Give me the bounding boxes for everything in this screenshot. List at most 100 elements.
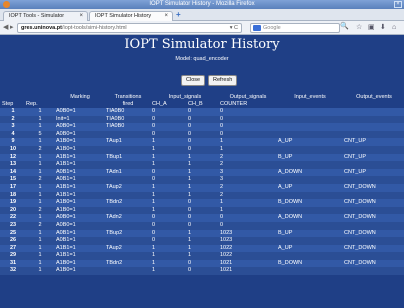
cell-transition-fired	[104, 161, 150, 169]
cell-transition-fired	[104, 192, 150, 200]
table-row: 2 1 Init=1 TIA0B0 0 0 0	[0, 115, 404, 124]
tab-iopt-tools-simulator[interactable]: IOPT Tools - Simulator ×	[3, 11, 88, 21]
cell-input-event	[276, 108, 342, 116]
cell-ch-a: 0	[152, 221, 156, 228]
cell-marking: A1B0=1	[56, 138, 76, 145]
header-counter: COUNTER	[220, 101, 248, 107]
url-host: gres.uninova.pt	[21, 25, 62, 31]
cell-ch-b: 1	[188, 161, 192, 168]
cell-ch-a: 1	[152, 199, 156, 206]
table-sub-header: Step Rep. fired CH_A CH_B COUNTER	[0, 101, 404, 108]
cell-transition-fired: TBup1	[106, 153, 123, 160]
cell-ch-b: 1	[188, 237, 192, 244]
reload-icon[interactable]: ▾ C	[230, 24, 238, 32]
cell-output-event: CNT_DOWN	[344, 183, 376, 190]
header-input-signals: Input_signals	[168, 94, 202, 100]
cell-rep: 1	[38, 183, 42, 190]
cell-ch-b: 0	[188, 145, 192, 152]
cell-ch-a: 1	[152, 206, 156, 213]
tab-close-icon[interactable]: ×	[79, 12, 83, 21]
cell-step: 18	[9, 191, 17, 198]
cell-marking: A0B0=1	[56, 130, 76, 137]
navigation-bar: ◀ ▸ gres.uninova.pt/iopt-tools/simi-hist…	[0, 21, 404, 35]
cell-ch-a: 1	[152, 183, 156, 190]
table-row: 15 2 A0B1=1 0 1 3	[0, 176, 404, 184]
table-row: 4 5 A0B0=1 0 0 0	[0, 130, 404, 139]
search-box[interactable]: Google 🔍	[250, 23, 349, 33]
window-titlebar: IOPT Simulator History - Mozilla Firefox…	[0, 0, 404, 9]
cell-transition-fired: TAup2	[106, 183, 122, 190]
cell-counter: 1023	[220, 229, 233, 236]
home-icon[interactable]: ⌂	[392, 24, 396, 32]
table-row: 31 1 A1B0=1 TBdn2 1 0 1021 B_DOWN CNT_DOWN	[0, 259, 404, 268]
cell-marking: Init=1	[56, 115, 70, 122]
cell-ch-a: 0	[152, 168, 156, 175]
cell-ch-a: 1	[152, 244, 156, 251]
history-table: Marking Transitions Input_signals Output…	[0, 94, 404, 276]
close-button[interactable]: Close	[181, 75, 206, 86]
cell-ch-a: 1	[152, 161, 156, 168]
cell-step: 1	[11, 108, 15, 114]
bookmarks-menu-icon[interactable]: ▣	[368, 24, 375, 32]
table-body: 1 1 A0B0=1 TIA0B0 0 0 0 2 1 Init=1 TIA0B0 0 0 0 3 1 A0B0…	[0, 108, 404, 276]
cell-ch-b: 1	[188, 153, 192, 160]
cell-marking: A0B1=1	[56, 176, 76, 183]
cell-output-event	[342, 222, 404, 230]
cell-ch-b: 1	[188, 252, 192, 259]
window-close-icon[interactable]: ×	[394, 1, 402, 8]
cell-transition-fired	[104, 146, 150, 154]
cell-output-event	[342, 146, 404, 154]
cell-output-event	[342, 267, 404, 275]
cell-marking: A1B1=1	[56, 191, 76, 198]
header-cell	[0, 94, 24, 101]
forward-icon[interactable]: ▸	[10, 24, 14, 32]
cell-counter: 2	[220, 161, 224, 168]
search-engine-icon[interactable]	[253, 25, 261, 31]
cell-counter: 0	[220, 214, 224, 221]
cell-transition-fired: TIA0B0	[106, 108, 125, 114]
cell-marking: A1B1=1	[56, 244, 76, 251]
search-icon[interactable]: 🔍	[340, 23, 349, 31]
tab-iopt-simulator-history[interactable]: IOPT Simulator History ×	[89, 11, 173, 21]
cell-counter: 2	[220, 183, 224, 190]
table-row: 1 1 A0B0=1 TIA0B0 0 0 0	[0, 108, 404, 116]
cell-rep: 1	[38, 138, 42, 145]
cell-output-event	[342, 108, 404, 116]
cell-transition-fired: TBdn2	[106, 259, 123, 266]
cell-ch-b: 0	[188, 199, 192, 206]
url-bar[interactable]: gres.uninova.pt/iopt-tools/simi-history.…	[17, 23, 242, 33]
cell-transition-fired	[104, 237, 150, 245]
cell-rep: 1	[38, 214, 42, 221]
cell-step: 4	[11, 130, 15, 137]
cell-counter: 1	[220, 206, 224, 213]
refresh-button[interactable]: Refresh	[208, 75, 238, 86]
tab-label: IOPT Simulator History	[95, 13, 152, 19]
back-icon[interactable]: ◀	[3, 24, 8, 32]
tab-close-icon[interactable]: ×	[164, 12, 168, 21]
cell-marking: A0B0=1	[56, 123, 76, 130]
table-row: 29 1 A1B1=1 1 1 1022	[0, 252, 404, 260]
cell-input-event	[276, 146, 342, 154]
downloads-icon[interactable]: ⬇	[380, 24, 386, 32]
cell-ch-b: 1	[188, 244, 192, 251]
cell-ch-b: 0	[188, 123, 192, 130]
cell-input-event	[276, 116, 342, 124]
cell-ch-a: 0	[152, 115, 156, 122]
cell-ch-a: 0	[152, 108, 156, 114]
cell-counter: 1021	[220, 259, 233, 266]
cell-rep: 1	[38, 153, 42, 160]
header-cell	[276, 101, 342, 108]
cell-input-event	[276, 222, 342, 230]
cell-rep: 1	[38, 244, 42, 251]
cell-counter: 1	[220, 138, 224, 145]
cell-ch-a: 0	[152, 176, 156, 183]
cell-ch-b: 0	[188, 130, 192, 137]
cell-step: 3	[11, 123, 15, 130]
table-row: 23 2 A0B0=1 0 0 0	[0, 221, 404, 230]
bookmark-star-icon[interactable]: ☆	[356, 24, 362, 32]
cell-rep: 1	[38, 267, 42, 274]
cell-transition-fired: TAdn1	[106, 168, 122, 175]
cell-input-event	[276, 123, 342, 131]
cell-step: 10	[9, 145, 17, 152]
new-tab-icon[interactable]: +	[176, 11, 181, 19]
